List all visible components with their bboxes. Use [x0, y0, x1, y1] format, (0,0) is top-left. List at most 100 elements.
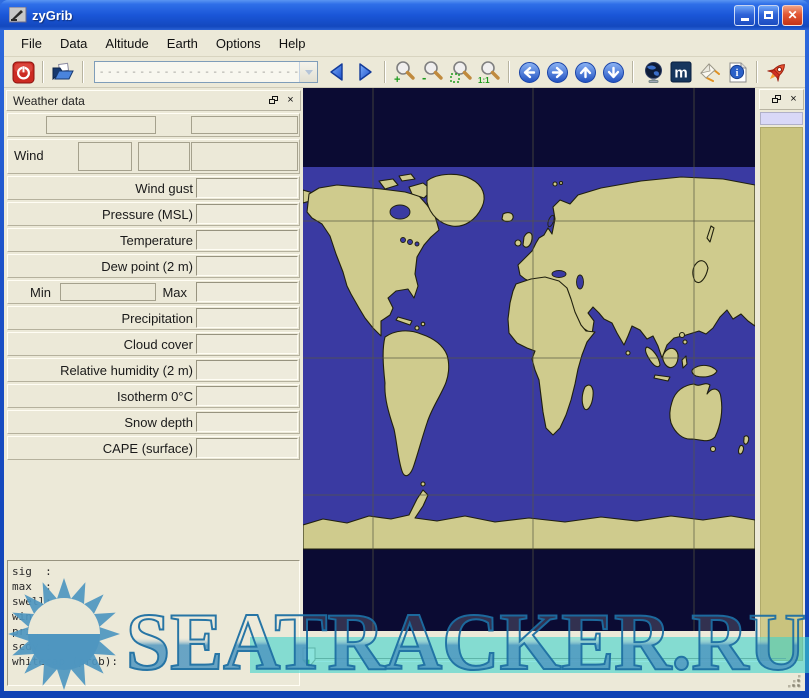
grib-file-combobox[interactable]: - - - - - - - - - - - - - - - - - - - - … — [94, 61, 318, 83]
weather-panel-titlebar[interactable]: Weather data × — [6, 90, 301, 111]
circle-arrow-right-icon — [546, 61, 569, 84]
arrow-left-icon — [326, 61, 348, 83]
menu-earth[interactable]: Earth — [158, 32, 207, 55]
globe-icon — [642, 61, 665, 84]
arrow-right-icon — [354, 61, 376, 83]
wind-dir-cell — [78, 142, 132, 171]
row-label: CAPE (surface) — [103, 441, 193, 456]
combobox-value: - - - - - - - - - - - - - - - - - - - - … — [95, 67, 299, 78]
close-button[interactable]: ✕ — [782, 5, 803, 26]
close-icon: ✕ — [787, 9, 797, 21]
circle-arrow-up-icon — [574, 61, 597, 84]
toolbar-separator — [756, 61, 758, 83]
world-map-canvas — [303, 88, 755, 631]
row-label: Isotherm 0°C — [117, 389, 193, 404]
row-label: Cloud cover — [124, 337, 193, 352]
weather-panel-title: Weather data — [13, 94, 264, 108]
max-value-cell — [196, 282, 298, 302]
data-row: Wind gust — [7, 176, 300, 200]
toolbar: - - - - - - - - - - - - - - - - - - - - … — [4, 57, 805, 88]
combobox-dropdown-button[interactable] — [299, 62, 317, 82]
row-label: Dew point (2 m) — [101, 259, 193, 274]
row-label: Relative humidity (2 m) — [60, 363, 193, 378]
toolbar-separator — [508, 61, 510, 83]
wind-label: Wind — [14, 148, 44, 163]
timeline-slider-handle[interactable] — [301, 646, 317, 670]
wind-speed-cell — [138, 142, 190, 171]
zoom-out-button[interactable]: - — [420, 59, 446, 85]
row-value — [196, 308, 298, 328]
row-value — [196, 438, 298, 458]
svg-text:i: i — [735, 68, 738, 79]
world-map[interactable] — [303, 88, 755, 631]
close-panel-button[interactable]: × — [283, 93, 298, 108]
close-panel-button[interactable]: × — [786, 92, 801, 107]
pan-left-button[interactable] — [516, 59, 542, 85]
close-icon: × — [790, 94, 796, 105]
menu-file[interactable]: File — [12, 32, 51, 55]
wave-data-box: sig : max : swell: wind : prim : scdy : … — [7, 560, 300, 686]
info-button[interactable]: i — [724, 59, 750, 85]
colorbar-panel-titlebar[interactable]: × — [759, 89, 804, 110]
meteotable-m-icon: m — [670, 61, 692, 83]
pan-up-button[interactable] — [572, 59, 598, 85]
row-label: Temperature — [120, 233, 193, 248]
float-panel-button[interactable] — [266, 93, 281, 108]
row-value — [196, 412, 298, 432]
wave-line: sig : — [12, 564, 299, 579]
open-file-button[interactable] — [50, 59, 76, 85]
data-row: Pressure (MSL) — [7, 202, 300, 226]
next-date-button[interactable] — [352, 59, 378, 85]
data-row: Temperature — [7, 228, 300, 252]
toolbar-separator — [82, 61, 84, 83]
kite-icon — [698, 61, 721, 84]
row-label: Snow depth — [124, 415, 193, 430]
data-row: Isotherm 0°C — [7, 384, 300, 408]
zoom-out-icon: - — [421, 60, 445, 84]
zoom-fit-button[interactable] — [448, 59, 474, 85]
minimize-button[interactable] — [734, 5, 755, 26]
meteotable-button[interactable]: m — [668, 59, 694, 85]
earth-view-button[interactable] — [640, 59, 666, 85]
timeline-slider-track[interactable] — [308, 658, 786, 662]
row-label: Wind gust — [135, 181, 193, 196]
pan-right-button[interactable] — [544, 59, 570, 85]
menu-data[interactable]: Data — [51, 32, 96, 55]
row-value — [196, 178, 298, 198]
svg-text:1:1: 1:1 — [478, 76, 490, 84]
minimize-icon — [741, 18, 749, 21]
quit-button[interactable] — [10, 59, 36, 85]
zoom-fit-icon — [449, 60, 473, 84]
data-row: Snow depth — [7, 410, 300, 434]
zoom-in-icon: + — [393, 60, 417, 84]
row-value — [196, 334, 298, 354]
row-value — [196, 386, 298, 406]
row-value — [196, 230, 298, 250]
chevron-down-icon — [305, 70, 313, 75]
resize-grip[interactable] — [788, 675, 802, 689]
info-icon: i — [726, 61, 749, 84]
menu-options[interactable]: Options — [207, 32, 270, 55]
svg-text:-: - — [422, 70, 426, 84]
maximize-button[interactable] — [758, 5, 779, 26]
download-grib-button[interactable] — [764, 59, 790, 85]
weather-data-panel: Weather data × Wind Wind gust Pressure (… — [5, 89, 302, 687]
zoom-1-1-icon: 1:1 — [477, 60, 501, 84]
data-row: CAPE (surface) — [7, 436, 300, 460]
min-label: Min — [30, 285, 51, 300]
menu-altitude[interactable]: Altitude — [96, 32, 157, 55]
float-icon — [772, 95, 781, 104]
zoom-actual-button[interactable]: 1:1 — [476, 59, 502, 85]
wave-line: whitecap (prob): — [12, 654, 299, 669]
previous-date-button[interactable] — [324, 59, 350, 85]
title-bar[interactable]: zyGrib ✕ — [0, 0, 809, 30]
wind-value-cell — [191, 142, 298, 171]
pan-down-button[interactable] — [600, 59, 626, 85]
float-panel-button[interactable] — [769, 92, 784, 107]
rocket-icon — [765, 60, 789, 84]
zoom-in-button[interactable]: + — [392, 59, 418, 85]
wave-line: swell: — [12, 594, 299, 609]
wave-line: wind : — [12, 609, 299, 624]
selection-tool-button[interactable] — [696, 59, 722, 85]
menu-help[interactable]: Help — [270, 32, 315, 55]
